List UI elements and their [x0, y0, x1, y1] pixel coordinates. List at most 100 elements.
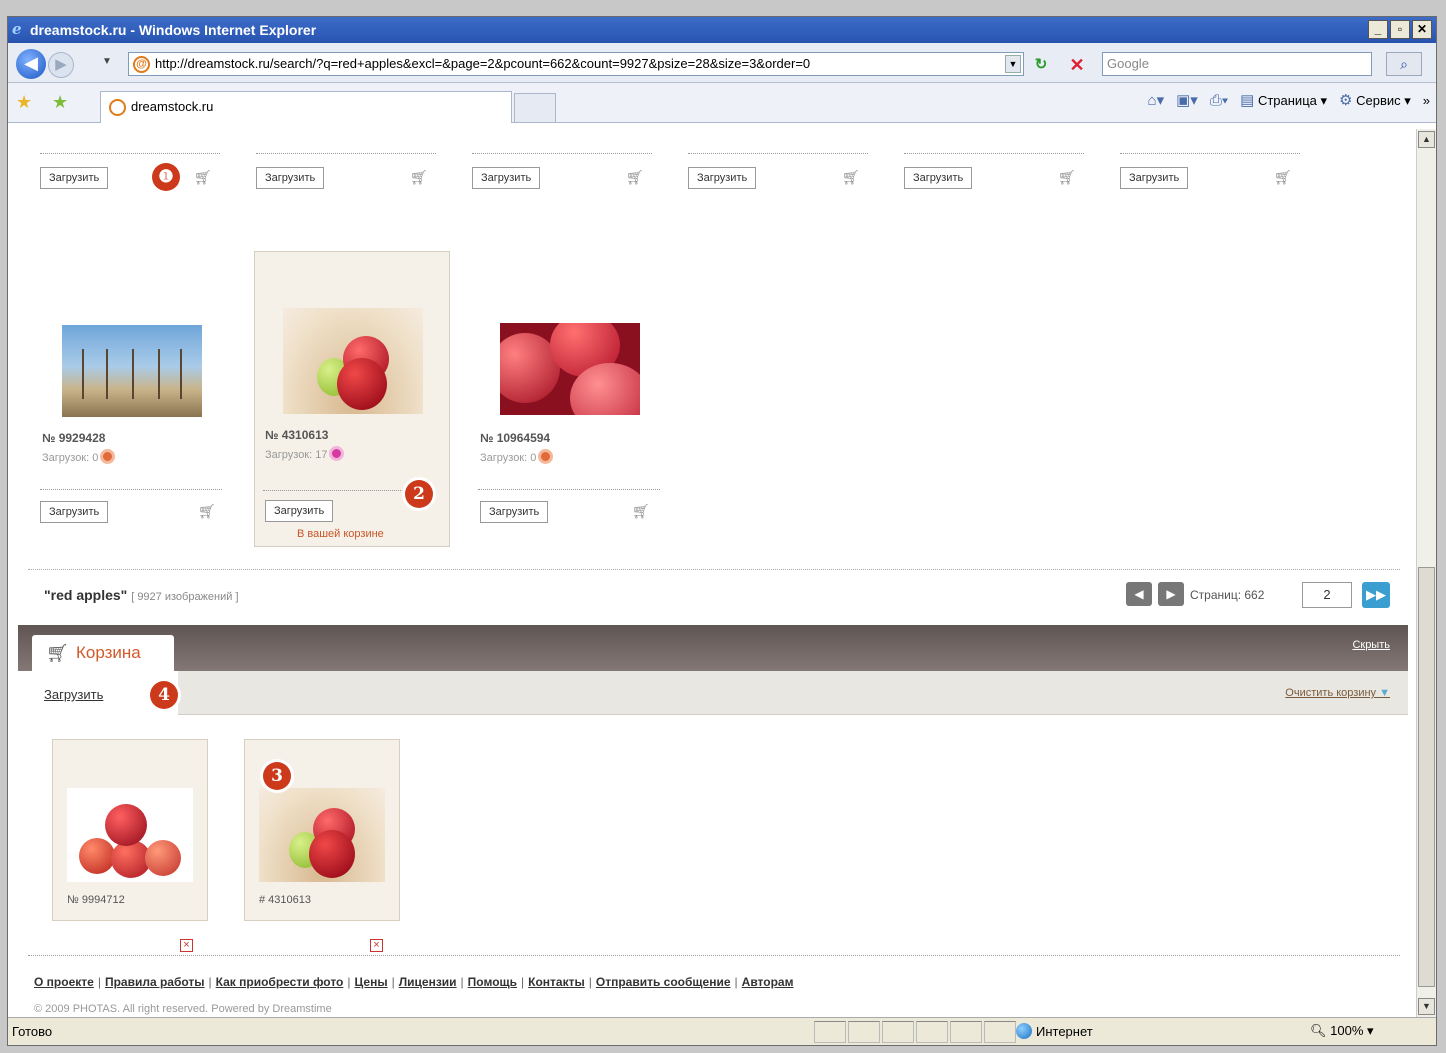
browser-window: e dreamstock.ru - Windows Internet Explo… [7, 16, 1437, 1046]
remove-icon[interactable]: × [370, 939, 383, 952]
footer-divider [28, 955, 1400, 956]
search-query: "red apples" [ 9927 изображений ] [44, 587, 239, 603]
close-button[interactable]: ✕ [1412, 20, 1432, 39]
cart-item-id: № 9994712 [67, 894, 125, 906]
result-summary-bar: "red apples" [ 9927 изображений ] ◀ ▶ Ст… [28, 569, 1400, 619]
result-image[interactable] [283, 308, 423, 414]
download-button[interactable]: Загрузить [40, 167, 109, 189]
download-count-icon [329, 446, 345, 461]
site-icon [109, 99, 126, 116]
page-number-input[interactable]: 2 [1302, 582, 1352, 608]
maximize-button[interactable]: ▫ [1390, 20, 1410, 39]
tools-menu-label: Сервис [1356, 93, 1401, 108]
cart-icon: 🛒︎ [46, 643, 69, 663]
cart-icon[interactable]: 🛒︎ [1058, 169, 1076, 186]
search-icon[interactable]: ⌕ [1386, 52, 1422, 76]
window-title: dreamstock.ru - Windows Internet Explore… [30, 22, 317, 38]
status-bar: Готово Интернет 🔍︎ 100% ▾ [8, 1017, 1436, 1045]
footer-link[interactable]: Лицензии [399, 975, 457, 989]
tools-gear-icon: ⚙ [1339, 92, 1353, 109]
site-icon: @ [133, 56, 150, 73]
download-button[interactable]: Загрузить [904, 167, 973, 189]
footer-link[interactable]: Контакты [528, 975, 585, 989]
zoom-control[interactable]: 🔍︎ 100% ▾ [1310, 1023, 1374, 1039]
remove-icon[interactable]: × [180, 939, 193, 952]
more-icon[interactable]: » [1423, 93, 1430, 108]
scroll-up-icon[interactable]: ▲ [1418, 131, 1435, 148]
cart-item-image[interactable] [259, 788, 385, 882]
back-icon[interactable]: ◀ [16, 49, 46, 79]
page-menu[interactable]: ▤ Страница ▾ [1240, 91, 1327, 109]
download-count-icon [538, 449, 554, 464]
footer-link[interactable]: Авторам [742, 975, 794, 989]
download-button[interactable]: Загрузить [256, 167, 325, 189]
status-cell [950, 1021, 982, 1043]
footer-link[interactable]: О проекте [34, 975, 94, 989]
new-tab-button[interactable] [514, 93, 556, 123]
cart-icon[interactable]: 🛒︎ [1274, 169, 1292, 186]
window-controls: _ ▫ ✕ [1368, 20, 1432, 39]
result-image[interactable] [62, 325, 202, 417]
history-dropdown-icon[interactable]: ▼ [102, 56, 112, 67]
callout-badge-3: 3 [263, 762, 291, 790]
title-bar: e dreamstock.ru - Windows Internet Explo… [8, 17, 1436, 43]
scroll-down-icon[interactable]: ▼ [1418, 998, 1435, 1015]
footer-link[interactable]: Цены [355, 975, 388, 989]
stop-icon[interactable]: ✕ [1066, 54, 1088, 76]
hide-cart-link[interactable]: Скрыть [1352, 639, 1390, 651]
cart-header: 🛒︎ Корзина Скрыть [18, 625, 1408, 671]
cart-icon[interactable]: 🛒︎ [626, 169, 644, 186]
tools-menu[interactable]: ⚙ Сервис ▾ [1339, 91, 1411, 109]
in-cart-label: В вашей корзине [297, 528, 384, 540]
scroll-thumb[interactable] [1418, 567, 1435, 987]
browser-tab[interactable]: dreamstock.ru [100, 91, 512, 123]
download-button[interactable]: Загрузить [40, 501, 109, 523]
cart-item-id: # 4310613 [259, 894, 311, 906]
download-button[interactable]: Загрузить [472, 167, 541, 189]
result-item: № 10964594 Загрузок: 0 Загрузить 🛒︎ [470, 251, 666, 547]
cart-icon[interactable]: 🛒︎ [632, 503, 650, 520]
result-image[interactable] [500, 323, 640, 415]
cart-item-image[interactable] [67, 788, 193, 882]
status-cell [814, 1021, 846, 1043]
zoom-level: 100% [1330, 1023, 1364, 1038]
cart-icon[interactable]: 🛒︎ [842, 169, 860, 186]
search-input[interactable]: Google [1102, 52, 1372, 76]
home-icon[interactable]: ⌂▾ [1148, 91, 1165, 109]
print-icon[interactable]: ⎙▾ [1210, 92, 1228, 109]
footer-link[interactable]: Помощь [468, 975, 517, 989]
downloads-label: Загрузок: 0 [42, 452, 99, 464]
vertical-scrollbar[interactable]: ▲ ▼ [1416, 129, 1436, 1017]
footer-link[interactable]: Как приобрести фото [216, 975, 344, 989]
go-page-icon[interactable]: ▶▶ [1362, 582, 1390, 608]
rss-icon[interactable]: ▣▾ [1176, 91, 1198, 109]
status-cell [916, 1021, 948, 1043]
prev-page-icon[interactable]: ◀ [1126, 582, 1152, 606]
link-separator: | [208, 975, 212, 989]
add-favorite-icon[interactable]: ★ [52, 92, 68, 113]
refresh-icon[interactable]: ↻ [1030, 54, 1052, 76]
download-button[interactable]: Загрузить [1120, 167, 1189, 189]
status-text: Готово [12, 1024, 53, 1039]
security-zone[interactable]: Интернет [1016, 1023, 1093, 1039]
cart-tab[interactable]: 🛒︎ Корзина [32, 635, 174, 671]
clear-cart-link[interactable]: Очистить корзину ▼ [1285, 687, 1390, 699]
cart-icon[interactable]: 🛒︎ [198, 503, 216, 520]
forward-icon[interactable]: ▶ [48, 52, 74, 78]
footer-link[interactable]: Отправить сообщение [596, 975, 731, 989]
cart-icon[interactable]: 🛒︎ [194, 169, 212, 186]
favorites-star-icon[interactable]: ★ [16, 92, 32, 113]
download-button[interactable]: Загрузить [688, 167, 757, 189]
footer-link[interactable]: Правила работы [105, 975, 205, 989]
url-input[interactable]: @ http://dreamstock.ru/search/?q=red+app… [128, 52, 1024, 76]
clear-cart-label: Очистить корзину [1285, 687, 1377, 699]
cart-download-link[interactable]: Загрузить [44, 687, 103, 702]
result-item-in-cart: № 4310613 Загрузок: 17 Загрузить В вашей… [254, 251, 450, 547]
url-dropdown-icon[interactable]: ▼ [1005, 55, 1021, 73]
next-page-icon[interactable]: ▶ [1158, 582, 1184, 606]
download-button[interactable]: Загрузить [480, 501, 549, 523]
minimize-button[interactable]: _ [1368, 20, 1388, 39]
divider [688, 153, 868, 154]
download-button[interactable]: Загрузить [265, 500, 334, 522]
cart-icon[interactable]: 🛒︎ [410, 169, 428, 186]
